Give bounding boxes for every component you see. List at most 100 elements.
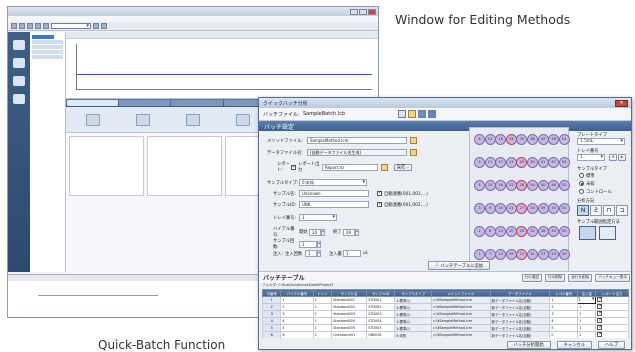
table-cell[interactable]: c:\¥SampleMethod.lcm [431,324,491,332]
single-select-button[interactable] [599,226,616,240]
table-cell[interactable]: c:\¥SampleMethod.lcm [431,317,491,325]
vial-17[interactable]: 17 [495,157,507,168]
vial-34[interactable]: 34 [527,180,538,191]
table-cell[interactable] [595,303,629,311]
report-output-checkbox[interactable] [597,297,603,302]
vial-39[interactable]: 39 [537,203,549,214]
sample-count-spinner[interactable]: ▴ [317,240,321,248]
open-folder-icon[interactable] [408,110,416,118]
toolbar-icon[interactable] [35,23,41,29]
table-cell[interactable]: 1:標準(I) [394,317,433,325]
table-cell[interactable]: 1:標準(I) [394,310,433,318]
column-header[interactable]: データファイル [489,289,551,297]
close-icon[interactable] [368,8,376,15]
method-tab[interactable] [171,100,223,106]
help-button[interactable]: ヘルプ [598,340,625,349]
vial-8[interactable]: 8 [484,226,496,237]
table-cell[interactable]: 1 [312,296,333,304]
table-cell[interactable]: 2 [549,303,579,311]
table-cell[interactable]: 1 [577,324,597,332]
tree-item[interactable] [32,45,63,49]
vial-24[interactable]: 24 [505,134,517,145]
module-icon[interactable] [86,114,100,126]
table-cell[interactable]: 3 [280,310,314,318]
radio-unknown[interactable] [579,181,584,186]
vial-44[interactable]: 44 [548,226,560,237]
sample-count-input[interactable]: 1 [299,240,317,248]
report-output-checkbox[interactable] [597,311,603,316]
folder-icon[interactable] [410,137,417,144]
vial-52[interactable]: 52 [558,180,570,191]
table-cell[interactable]: STD005 [366,324,396,332]
column-header[interactable]: レポート出力 [595,289,629,297]
table-row[interactable]: 5 5 1 Standard005 STD005 1:標準(I) c:\¥SampleMet… [261,324,629,332]
cancel-button[interactable]: キャンセル [556,340,593,349]
column-header[interactable]: サンプルタイプ [394,289,433,297]
report-output-checkbox[interactable] [597,325,603,330]
table-cell[interactable] [595,310,629,318]
vial-5[interactable]: 5 [474,157,485,168]
vial-10[interactable]: 10 [484,180,496,191]
table-cell[interactable]: 1 [280,296,314,304]
table-cell[interactable]: 1 [312,324,333,332]
range-select-button[interactable] [579,226,596,240]
table-cell[interactable]: Standard001 [331,296,368,304]
vial-31[interactable]: 31 [527,249,538,260]
vial-26[interactable]: 26 [516,226,528,237]
table-cell[interactable]: 4 [280,317,314,325]
radio-control[interactable] [579,189,584,194]
column-header[interactable]: バイアル番号 [280,289,314,297]
vial-42[interactable]: 42 [537,134,549,145]
method-file-input[interactable]: SampleMethod.lcm [307,137,407,144]
vial-29[interactable]: 29 [516,157,528,168]
vial-53[interactable]: 53 [558,157,570,168]
vial-20[interactable]: 20 [505,226,517,237]
help-icon[interactable] [428,110,436,118]
report-output-checkbox[interactable] [597,318,603,323]
auto-increment-id-checkbox[interactable] [377,201,382,207]
table-cell[interactable]: 新データファイル名(自動) [489,324,551,332]
table-cell[interactable]: 1 [549,296,579,304]
table-cell[interactable]: STD004 [366,317,396,325]
vial-48[interactable]: 48 [548,134,560,145]
data-file-input[interactable]: (自動データファイル名生成) [307,149,407,156]
table-cell[interactable]: 1 [577,317,597,325]
vial-21[interactable]: 21 [505,203,517,214]
vial-49[interactable]: 49 [558,249,570,260]
table-cell[interactable]: 2 [261,303,282,311]
table-cell[interactable]: Standard003 [331,310,368,318]
auto-increment-name-checkbox[interactable] [377,190,382,196]
vial-47[interactable]: 47 [548,157,560,168]
vial-38[interactable]: 38 [537,226,549,237]
column-header[interactable]: サンプルID [366,289,396,297]
table-cell[interactable]: Standard005 [331,324,368,332]
vial-43[interactable]: 43 [548,249,560,260]
vial-46[interactable]: 46 [548,180,560,191]
table-cell[interactable]: 1:標準(I) [394,324,433,332]
vial-35[interactable]: 35 [527,157,538,168]
new-file-icon[interactable] [398,110,406,118]
sample-id-input[interactable]: UNK [299,201,369,208]
vial-9[interactable]: 9 [484,203,496,214]
table-cell[interactable]: 1:標準(I) [394,303,433,311]
close-button[interactable]: ✕ [615,99,628,107]
order-reverse-button[interactable]: ⊐ [616,205,628,216]
toolbar-icon[interactable] [93,23,99,29]
report-output-checkbox[interactable] [597,332,603,337]
vial-36[interactable]: 36 [527,134,538,145]
table-cell[interactable]: c:\¥SampleMethod.lcm [431,303,491,311]
module-icon[interactable] [186,114,200,126]
table-cell[interactable]: 4 [261,317,282,325]
vial-7[interactable]: 7 [484,249,496,260]
method-tab[interactable] [119,100,171,106]
nav-icon[interactable] [13,76,25,86]
table-cell[interactable]: 1 [312,303,333,311]
report-output-checkbox[interactable] [597,304,603,309]
column-header[interactable]: サンプル名 [331,289,368,297]
save-icon[interactable] [418,110,426,118]
table-cell[interactable] [595,324,629,332]
vial-2[interactable]: 2 [474,226,485,237]
vial-30[interactable]: 30 [516,134,528,145]
delete-all-rows-button[interactable]: 全行を削除 [568,273,593,282]
vial-33[interactable]: 33 [527,203,538,214]
